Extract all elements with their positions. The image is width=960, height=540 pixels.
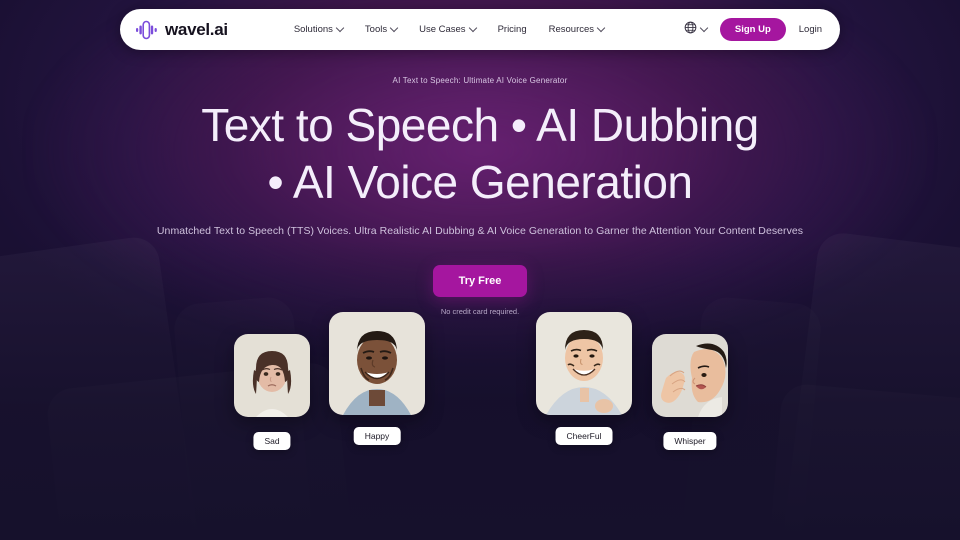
emotion-label-happy: Happy: [353, 427, 401, 445]
avatar-card-happy[interactable]: Happy: [329, 312, 425, 445]
nav-actions: Sign Up Login: [684, 18, 822, 41]
globe-icon: [684, 21, 697, 39]
hero-section: AI Text to Speech: Ultimate AI Voice Gen…: [0, 76, 960, 316]
hero-subtitle: Unmatched Text to Speech (TTS) Voices. U…: [156, 225, 804, 237]
avatar-card-cheerful[interactable]: CheerFul: [536, 312, 632, 445]
avatar-image-cheerful: [536, 312, 632, 415]
hero-eyebrow: AI Text to Speech: Ultimate AI Voice Gen…: [392, 76, 568, 85]
chevron-down-icon: [468, 23, 477, 32]
avatar-image-happy: [329, 312, 425, 415]
sign-up-button[interactable]: Sign Up: [719, 18, 786, 41]
emotion-avatar-row: Sad Happy CheerFul Whisper: [0, 306, 960, 450]
heading-line-1: Text to Speech • AI Dubbing: [201, 99, 759, 151]
nav-item-solutions[interactable]: Solutions: [293, 23, 345, 35]
chevron-down-icon: [335, 23, 345, 32]
avatar-image-whisper: [652, 334, 728, 417]
nav-links: Solutions Tools Use Cases Pricing Resour…: [293, 23, 606, 35]
nav-label: Resources: [548, 24, 595, 35]
emotion-label-sad: Sad: [253, 432, 291, 450]
chevron-down-icon: [596, 23, 606, 32]
waveform-icon: [136, 20, 158, 40]
language-selector[interactable]: [684, 21, 709, 39]
chevron-down-icon: [389, 23, 399, 32]
nav-item-tools[interactable]: Tools: [364, 23, 399, 35]
nav-item-resources[interactable]: Resources: [548, 23, 606, 35]
chevron-down-icon: [699, 23, 709, 32]
nav-item-pricing[interactable]: Pricing: [498, 24, 527, 35]
emotion-label-whisper: Whisper: [663, 432, 717, 450]
brand-name: wavel.ai: [165, 19, 228, 39]
nav-label: Pricing: [497, 24, 527, 35]
login-link[interactable]: Login: [799, 24, 822, 35]
brand-logo[interactable]: wavel.ai: [136, 20, 228, 40]
avatar-card-whisper[interactable]: Whisper: [652, 334, 728, 450]
emotion-label-cheerful: CheerFul: [555, 427, 613, 445]
nav-label: Tools: [364, 24, 388, 35]
nav-label: Use Cases: [419, 24, 466, 35]
nav-label: Solutions: [293, 24, 333, 35]
try-free-button[interactable]: Try Free: [432, 265, 528, 297]
page-title: Text to Speech • AI Dubbing • AI Voice G…: [0, 97, 960, 211]
avatar-card-sad[interactable]: Sad: [234, 334, 310, 450]
avatar-image-sad: [234, 334, 310, 417]
navbar: wavel.ai Solutions Tools Use Cases Prici…: [120, 9, 840, 50]
nav-item-use-cases[interactable]: Use Cases: [419, 23, 477, 35]
heading-line-2: • AI Voice Generation: [267, 156, 694, 208]
